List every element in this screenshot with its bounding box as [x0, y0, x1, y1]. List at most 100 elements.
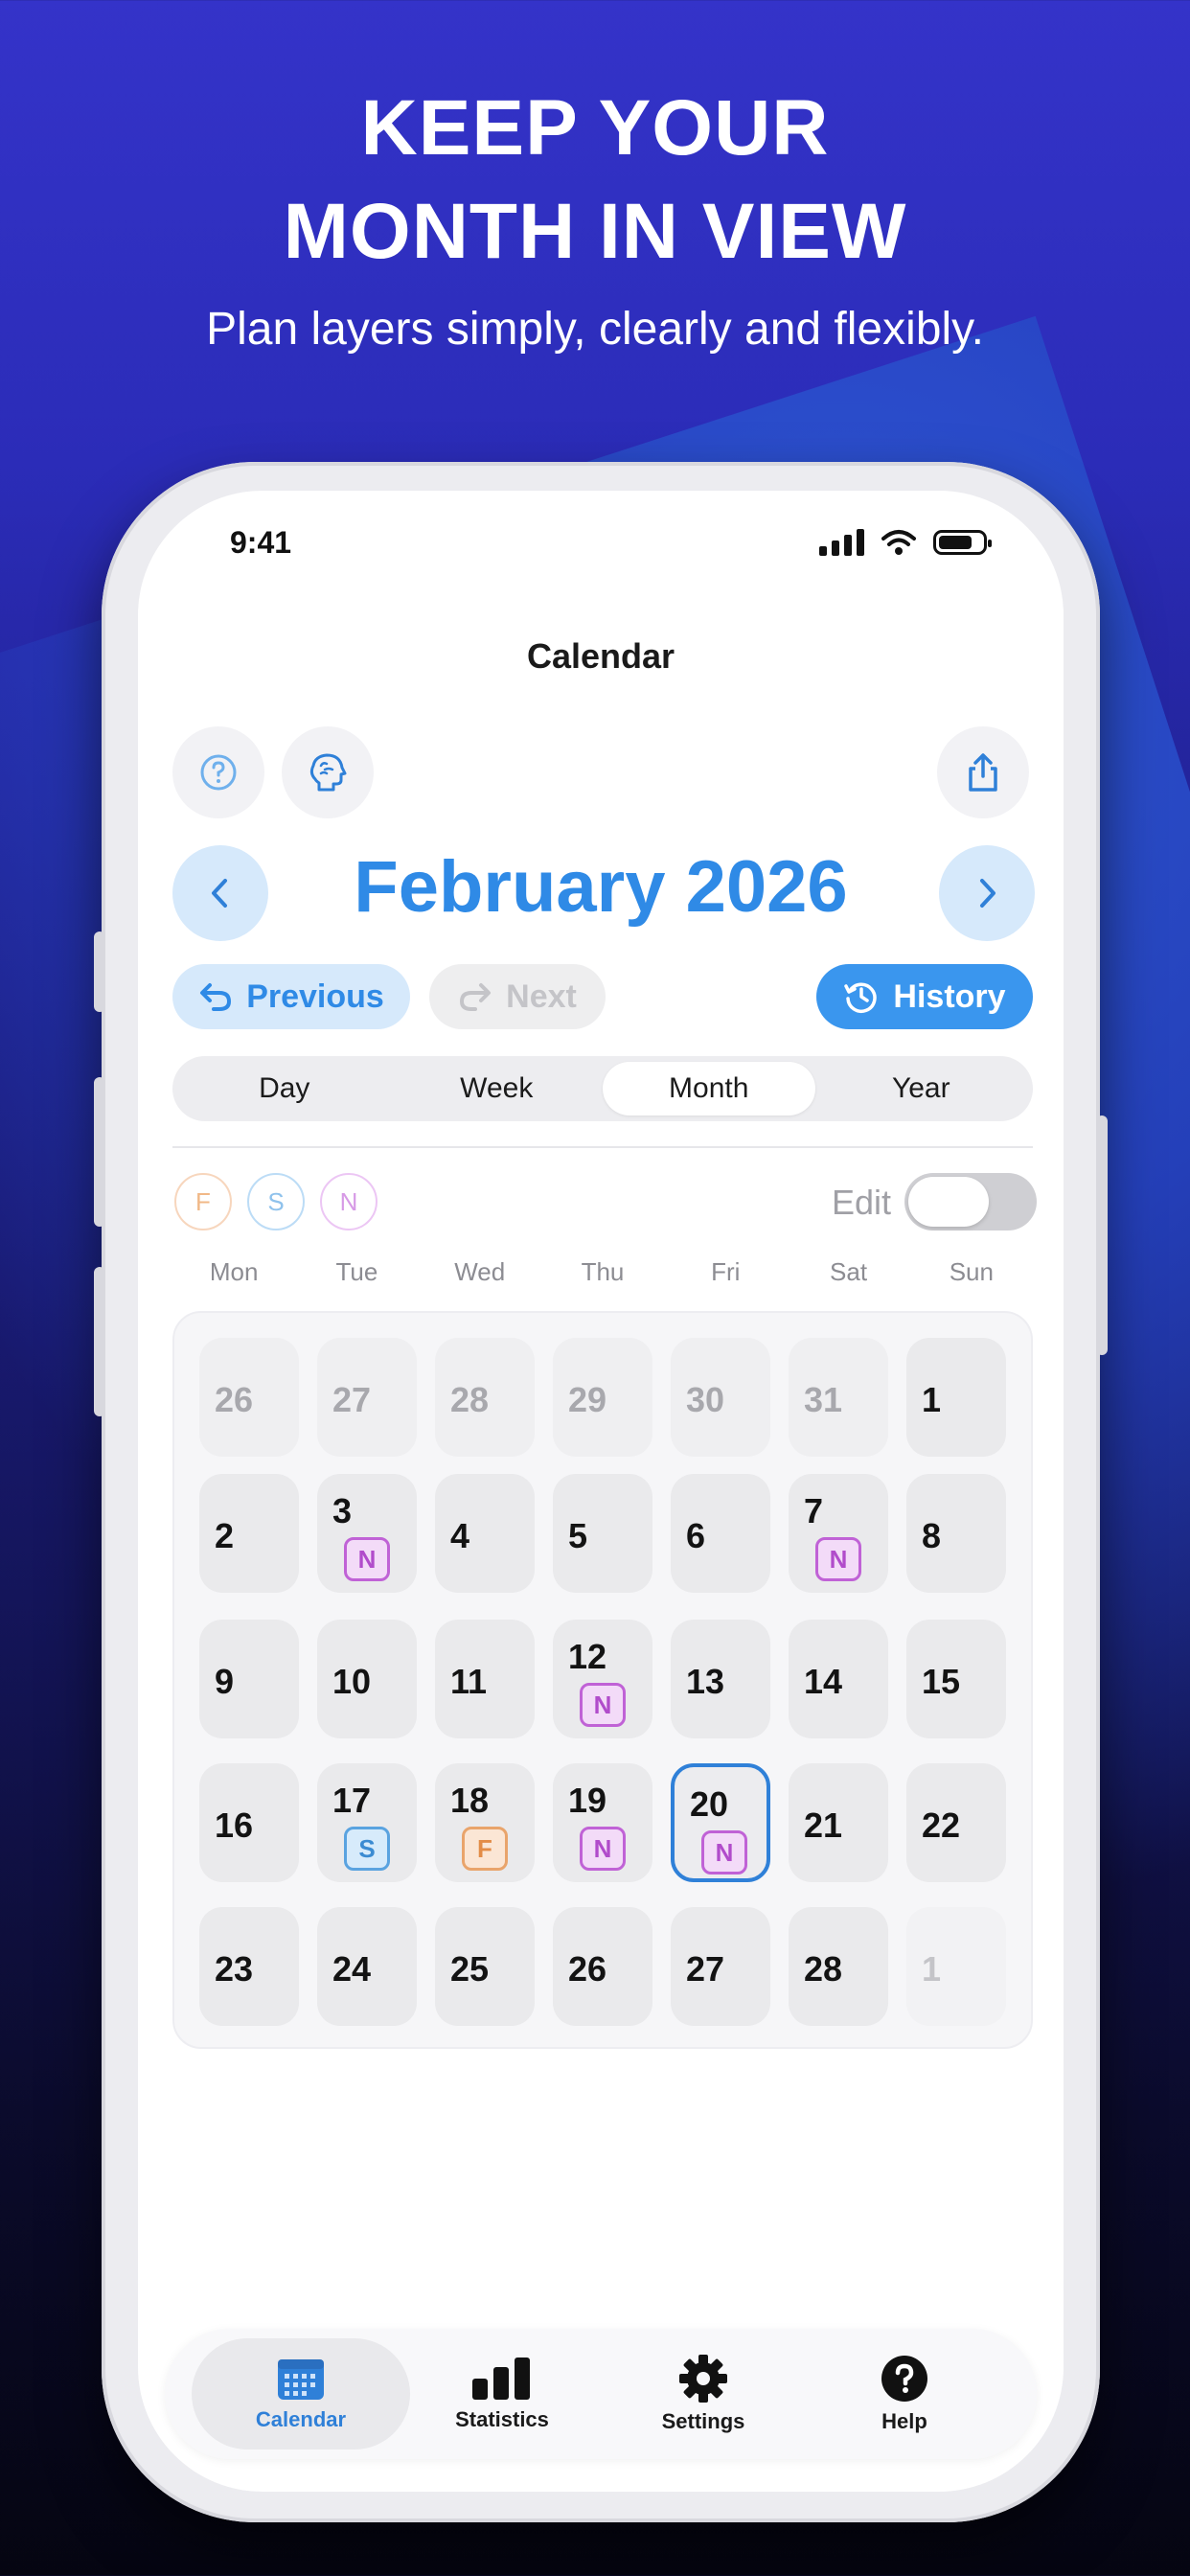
tab-calendar[interactable]: Calendar: [192, 2338, 410, 2450]
phone-screen: 9:41 Calendar February 2026 Previous Nex…: [138, 491, 1064, 2492]
day-number: 5: [568, 1516, 588, 1555]
phone-volume-up: [94, 1077, 105, 1227]
next-month-button[interactable]: [939, 845, 1035, 941]
calendar-day[interactable]: 7N: [789, 1474, 888, 1593]
calendar-day[interactable]: 28: [789, 1907, 888, 2026]
calendar-day[interactable]: 1: [906, 1907, 1006, 2026]
calendar-day-today[interactable]: 20 N: [671, 1763, 770, 1882]
tab-help[interactable]: Help: [795, 2338, 1014, 2450]
day-number: 16: [215, 1806, 254, 1845]
nav-title: Calendar: [526, 636, 675, 676]
calendar-grid: 26 27 28 29 30 31 1 2 3 N 4 5 6 7 N 8 9 10 11 12 N 13 14 15 16 17…: [172, 1311, 1033, 2049]
calendar-day[interactable]: 14: [789, 1620, 888, 1738]
brain-icon: [309, 753, 347, 792]
calendar-day[interactable]: 4: [435, 1474, 535, 1593]
calendar-day[interactable]: 24: [317, 1907, 417, 2026]
history-button[interactable]: History: [816, 964, 1033, 1029]
day-number: 26: [568, 1949, 607, 1989]
layer-chip-s[interactable]: S: [247, 1173, 305, 1230]
tab-bar: Calendar Statistics Settings Help: [165, 2329, 1037, 2459]
next-button[interactable]: Next: [429, 964, 606, 1029]
calendar-day[interactable]: 15: [906, 1620, 1006, 1738]
day-number: 27: [332, 1380, 372, 1419]
weekday-thu: Thu: [581, 1257, 625, 1286]
calendar-day[interactable]: 27: [317, 1338, 417, 1457]
chevron-right-icon: [980, 879, 995, 908]
calendar-day[interactable]: 22: [906, 1763, 1006, 1882]
divider: [172, 1146, 1033, 1148]
layer-badge-f: F: [462, 1827, 508, 1871]
previous-label: Previous: [246, 978, 384, 1015]
calendar-day[interactable]: 26: [553, 1907, 652, 2026]
calendar-day[interactable]: 25: [435, 1907, 535, 2026]
calendar-day[interactable]: 11: [435, 1620, 535, 1738]
day-number: 29: [568, 1380, 607, 1419]
calendar-day[interactable]: 19 N: [553, 1763, 652, 1882]
calendar-day[interactable]: 1: [906, 1338, 1006, 1457]
edit-toggle-knob: [908, 1177, 989, 1227]
segment-year[interactable]: Year: [815, 1062, 1028, 1116]
calendar-day[interactable]: 23: [199, 1907, 299, 2026]
headline-line-1: KEEP YOUR: [360, 84, 830, 172]
calendar-day[interactable]: 30: [671, 1338, 770, 1457]
calendar-day[interactable]: 18 F: [435, 1763, 535, 1882]
calendar-day[interactable]: 8: [906, 1474, 1006, 1593]
history-icon: [844, 982, 878, 1013]
calendar-day[interactable]: 2: [199, 1474, 299, 1593]
calendar-day[interactable]: 28: [435, 1338, 535, 1457]
tab-help-label: Help: [881, 2409, 927, 2433]
calendar-day[interactable]: 6: [671, 1474, 770, 1593]
calendar-day[interactable]: 9: [199, 1620, 299, 1738]
signal-icon: [819, 529, 864, 556]
headline-line-2: MONTH IN VIEW: [283, 188, 907, 275]
calendar-day[interactable]: 13: [671, 1620, 770, 1738]
layer-badge-n: N: [344, 1537, 390, 1581]
layer-badge-n: N: [701, 1830, 747, 1874]
calendar-day[interactable]: 31: [789, 1338, 888, 1457]
segment-month[interactable]: Month: [603, 1062, 815, 1116]
view-mode-segmented-control: Day Week Month Year: [172, 1056, 1033, 1121]
day-number: 21: [804, 1806, 843, 1845]
redo-icon: [460, 983, 492, 1011]
calendar-day[interactable]: 5: [553, 1474, 652, 1593]
day-number: 25: [450, 1949, 490, 1989]
day-number: 24: [332, 1949, 372, 1989]
calendar-day[interactable]: 26: [199, 1338, 299, 1457]
next-label: Next: [506, 978, 577, 1015]
segment-week[interactable]: Week: [391, 1062, 604, 1116]
day-number: 18: [450, 1781, 490, 1820]
day-number: 10: [332, 1662, 372, 1701]
tab-settings-label: Settings: [661, 2409, 745, 2433]
weekday-tue: Tue: [335, 1257, 378, 1286]
day-number: 15: [922, 1662, 961, 1701]
calendar-day[interactable]: 3N: [317, 1474, 417, 1593]
tab-statistics[interactable]: Statistics: [393, 2338, 611, 2450]
share-button[interactable]: [937, 726, 1029, 818]
calendar-day[interactable]: 12 N: [553, 1620, 652, 1738]
day-number: 2: [215, 1516, 235, 1555]
share-icon: [969, 753, 997, 792]
layer-chip-f[interactable]: F: [174, 1173, 232, 1230]
layer-chip-n[interactable]: N: [320, 1173, 378, 1230]
previous-button[interactable]: Previous: [172, 964, 410, 1029]
day-number: 28: [450, 1380, 490, 1419]
calendar-day[interactable]: 27: [671, 1907, 770, 2026]
brain-button[interactable]: [282, 726, 374, 818]
layer-badge-n: N: [815, 1537, 861, 1581]
edit-toggle[interactable]: [904, 1173, 1037, 1230]
weekday-wed: Wed: [454, 1257, 506, 1286]
calendar-day[interactable]: 29: [553, 1338, 652, 1457]
calendar-day[interactable]: 10: [317, 1620, 417, 1738]
help-button[interactable]: [172, 726, 264, 818]
tab-settings[interactable]: Settings: [594, 2338, 812, 2450]
day-number: 12: [568, 1637, 607, 1676]
calendar-day[interactable]: 16: [199, 1763, 299, 1882]
calendar-day[interactable]: 21: [789, 1763, 888, 1882]
help-icon: [881, 2356, 927, 2402]
calendar-day[interactable]: 17 S: [317, 1763, 417, 1882]
day-number: 28: [804, 1949, 843, 1989]
month-title: February 2026: [354, 846, 848, 928]
status-time: 9:41: [230, 525, 292, 560]
segment-day[interactable]: Day: [178, 1062, 391, 1116]
weekday-header: Mon Tue Wed Thu Fri Sat Sun: [172, 1257, 1033, 1287]
